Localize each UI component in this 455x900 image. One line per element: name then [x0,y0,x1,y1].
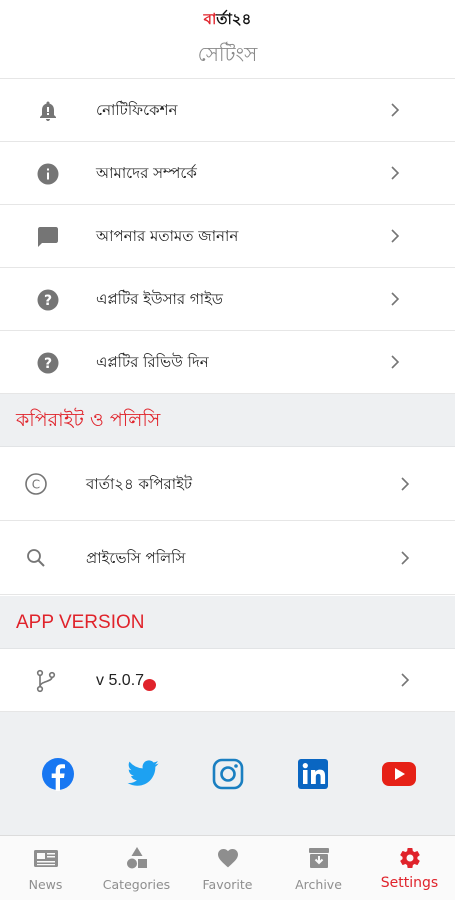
tab-news[interactable]: News [0,836,91,900]
instagram-icon[interactable] [211,757,245,791]
menu-item-about[interactable]: আমাদের সম্পর্কে [0,142,455,205]
heart-icon [215,846,241,870]
bottom-tab-bar: News Categories Favorite Archive Setting… [0,835,455,900]
section-title: APP VERSION [16,612,145,633]
menu-item-label: আমাদের সম্পর্কে [96,164,197,182]
feedback-icon [36,225,60,249]
chevron-right-icon [397,550,413,566]
help-icon: ? [36,351,60,375]
branch-icon [34,669,58,693]
tab-label: Categories [102,877,171,892]
chevron-right-icon [387,354,403,370]
tab-label: News [28,877,63,892]
twitter-icon[interactable] [126,757,160,791]
section-title: কপিরাইট ও পলিসি [16,409,161,431]
menu-item-user-guide[interactable]: ? এপ্লটির ইউসার গাইড [0,268,455,331]
app-header: বার্তা২৪ সেটিংস [0,0,455,79]
app-version-value: v 5.0.7 [96,672,145,689]
menu-item-feedback[interactable]: আপনার মতামত জানান [0,205,455,268]
menu-item-notifications[interactable]: নোটিফিকেশন [0,79,455,142]
bell-icon [36,99,60,123]
chevron-right-icon [387,165,403,181]
archive-icon [306,846,332,870]
touch-indicator-dot [143,679,156,691]
help-icon: ? [36,288,60,312]
app-logo[interactable]: বার্তা২৪ [0,8,455,33]
gear-icon [397,846,423,870]
menu-item-label: বার্তা২৪ কপিরাইট [86,475,193,493]
info-icon [36,162,60,186]
chevron-right-icon [387,291,403,307]
settings-menu: নোটিফিকেশন আমাদের সম্পর্কে আপনার মতামত জ… [0,79,455,394]
newspaper-icon [33,846,59,870]
copyright-icon: C [24,472,48,496]
logo-mark: ব [203,10,217,28]
chevron-right-icon [387,228,403,244]
menu-item-copyright[interactable]: C বার্তা২৪ কপিরাইট [0,447,455,521]
menu-item-review[interactable]: ? এপ্লটির রিভিউ দিন [0,331,455,394]
tab-label: Archive [295,877,342,892]
tab-label: Settings [380,875,439,891]
shapes-icon [124,846,150,870]
facebook-icon[interactable] [41,757,75,791]
social-links [0,712,455,835]
search-icon [24,546,48,570]
chevron-right-icon [387,102,403,118]
menu-item-label: এপ্লটির ইউসার গাইড [96,290,223,308]
svg-text:?: ? [44,356,52,372]
chevron-right-icon [397,672,413,688]
tab-favorite[interactable]: Favorite [182,836,273,900]
menu-item-label: নোটিফিকেশন [96,101,178,119]
menu-item-privacy[interactable]: প্রাইভেসি পলিসি [0,521,455,595]
svg-text:C: C [32,478,40,492]
section-header-app-version: APP VERSION [0,596,455,649]
tab-archive[interactable]: Archive [273,836,364,900]
menu-item-label: এপ্লটির রিভিউ দিন [96,353,209,371]
linkedin-icon[interactable] [296,757,330,791]
youtube-icon[interactable] [381,757,416,791]
tab-categories[interactable]: Categories [91,836,182,900]
app-version-row[interactable]: v 5.0.7 [0,649,455,712]
tab-label: Favorite [202,877,253,892]
page-title: সেটিংস [197,42,258,66]
section-header-copyright: কপিরাইট ও পলিসি [0,394,455,447]
menu-item-label: আপনার মতামত জানান [96,227,239,245]
chevron-right-icon [397,476,413,492]
menu-item-label: প্রাইভেসি পলিসি [86,549,186,567]
svg-text:?: ? [44,293,52,309]
tab-settings[interactable]: Settings [364,836,455,900]
logo-text: ার্তা২৪ [216,10,252,28]
